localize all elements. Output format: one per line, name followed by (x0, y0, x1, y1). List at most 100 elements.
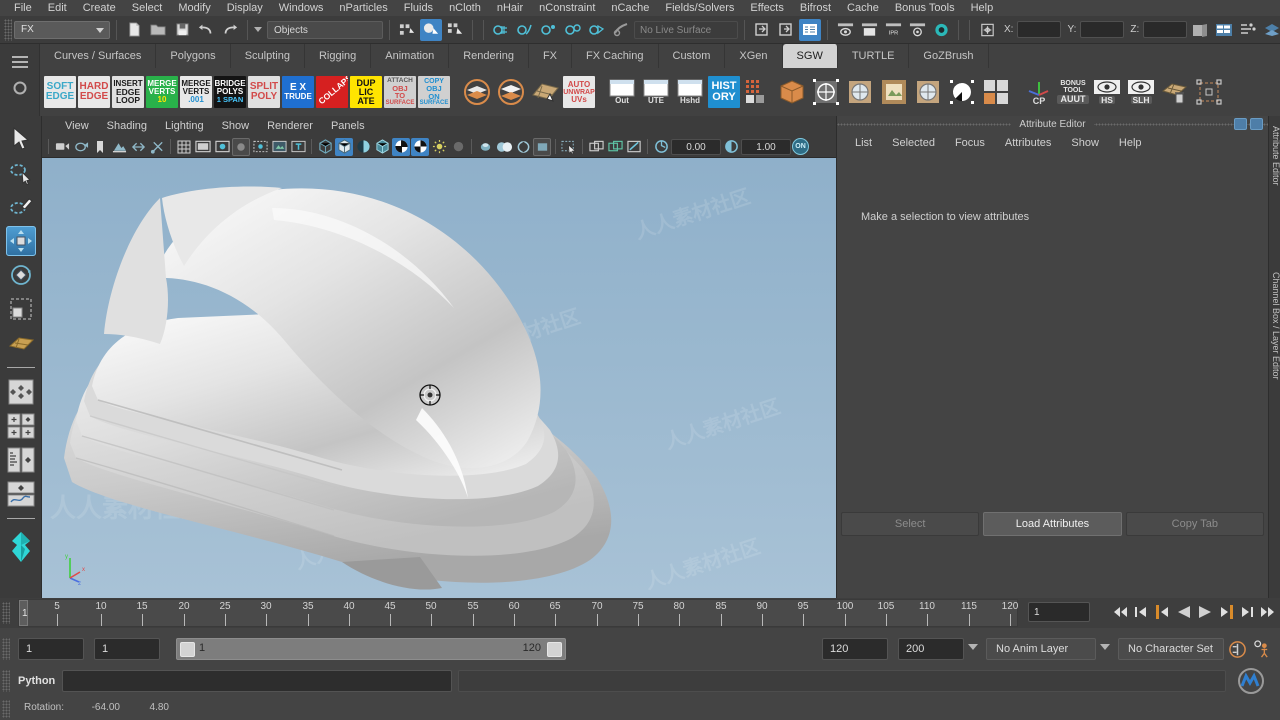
command-input-field[interactable] (62, 670, 452, 692)
live-surface-field[interactable]: No Live Surface (634, 20, 738, 39)
shelf-menu-icon[interactable] (12, 56, 28, 68)
menu-item-windows[interactable]: Windows (271, 0, 332, 16)
shelf-button-separate-mesh[interactable] (495, 76, 527, 108)
load-attributes-button[interactable]: Load Attributes (983, 512, 1122, 536)
shelf-button-ute-window[interactable]: UTE (640, 76, 672, 108)
shelf-tab-curves-surfaces[interactable]: Curves / Surfaces (40, 44, 157, 68)
vtab-attribute-editor[interactable]: Attribute Editor (1269, 122, 1280, 190)
shelf-button-delete-history[interactable]: HIST ORY (708, 76, 740, 108)
time-cursor[interactable]: 1 (19, 600, 28, 626)
auto-key-icon[interactable] (1228, 640, 1247, 664)
show-attribute-editor-icon[interactable] (1213, 19, 1235, 41)
shaded-wireframe-icon[interactable] (373, 138, 391, 156)
time-slider-drag-handle[interactable] (2, 602, 10, 624)
bookmark-icon[interactable] (91, 138, 109, 156)
menu-item-ncache[interactable]: nCache (603, 0, 657, 16)
anim-layer-dropdown[interactable]: No Anim Layer (986, 638, 1096, 660)
new-scene-icon[interactable] (123, 19, 145, 41)
shelf-button-attach-obj-to-surface[interactable]: ATTACH OBJ TO SURFACE (384, 76, 416, 108)
shelf-tab-polygons[interactable]: Polygons (156, 44, 231, 68)
safe-title-icon[interactable] (270, 138, 288, 156)
menu-item-cache[interactable]: Cache (839, 0, 887, 16)
xray-active-components-icon[interactable] (625, 138, 643, 156)
menu-item-bonus-tools[interactable]: Bonus Tools (887, 0, 963, 16)
rotate-tool-button[interactable] (6, 260, 36, 290)
menu-item-nparticles[interactable]: nParticles (331, 0, 395, 16)
coord-field-x[interactable] (1017, 21, 1062, 38)
safe-action-icon[interactable] (251, 138, 269, 156)
no-selection-mask-icon[interactable] (976, 19, 998, 41)
gamma-value-field[interactable]: 1.00 (741, 138, 791, 155)
ipr-render-icon[interactable]: IPR (882, 19, 904, 41)
command-language-label[interactable]: Python (18, 675, 55, 687)
gear-icon[interactable] (13, 81, 27, 95)
menu-item-create[interactable]: Create (75, 0, 124, 16)
snap-to-curve-icon[interactable] (514, 19, 536, 41)
gate-mask-icon[interactable] (148, 138, 166, 156)
shelf-tab-custom[interactable]: Custom (658, 44, 726, 68)
shelf-tab-sculpting[interactable]: Sculpting (230, 44, 305, 68)
film-gate-icon[interactable] (194, 138, 212, 156)
shelf-button-merge-verts-10[interactable]: MERGE VERTS 10 (146, 76, 178, 108)
text-overlay-icon[interactable] (289, 138, 307, 156)
selection-mode-field[interactable]: Objects (267, 20, 383, 39)
menu-item-help[interactable]: Help (963, 0, 1002, 16)
depth-of-field-icon[interactable] (514, 138, 532, 156)
viewport-menu-panels[interactable]: Panels (322, 116, 374, 136)
paint-select-tool-button[interactable] (6, 192, 36, 222)
shelf-button-outliner[interactable]: Out (606, 76, 638, 108)
render-settings-icon[interactable] (906, 19, 928, 41)
attribute-editor-toggle-icon[interactable] (799, 18, 821, 41)
play-forwards-icon[interactable] (1197, 605, 1213, 621)
range-slider[interactable]: 1 120 (176, 638, 566, 660)
last-tool-used-button[interactable] (6, 328, 36, 358)
shelf-button-delete-uv-set[interactable] (1159, 76, 1191, 108)
ae-menu-attributes[interactable]: Attributes (995, 132, 1061, 154)
shelf-tab-turtle[interactable]: TURTLE (837, 44, 910, 68)
shelf-button-bounding-box[interactable] (1193, 76, 1225, 108)
range-slider-right-handle[interactable] (547, 642, 562, 657)
image-plane-icon[interactable] (110, 138, 128, 156)
gamma-icon[interactable] (722, 138, 740, 156)
shelf-button-contrast-sphere[interactable] (946, 76, 978, 108)
use-default-light-icon[interactable] (411, 137, 429, 156)
scale-tool-button[interactable] (6, 294, 36, 324)
menu-item-modify[interactable]: Modify (170, 0, 218, 16)
smooth-shade-icon[interactable] (335, 137, 353, 156)
shelf-button-combine-mesh[interactable] (461, 76, 493, 108)
grid-toggle-icon[interactable] (175, 138, 193, 156)
select-button[interactable]: Select (841, 512, 980, 536)
coord-field-z[interactable] (1143, 21, 1188, 38)
shelf-button-quad-swatch[interactable] (980, 76, 1012, 108)
wireframe-icon[interactable] (316, 138, 334, 156)
exposure-value-field[interactable]: 0.00 (671, 138, 721, 155)
step-back-frame-icon[interactable] (1134, 605, 1150, 621)
help-line-drag-handle[interactable] (2, 700, 10, 718)
shelf-button-center-pivot[interactable]: CP (1023, 76, 1055, 108)
menu-item-ncloth[interactable]: nCloth (441, 0, 489, 16)
viewport-menu-lighting[interactable]: Lighting (156, 116, 213, 136)
time-slider-track[interactable]: 1 5 10 15 20 25 30 35 40 45 50 55 60 65 … (18, 599, 1018, 627)
menu-item-bifrost[interactable]: Bifrost (792, 0, 839, 16)
shelf-button-merge-verts-001[interactable]: MERGE VERTS .001 (180, 76, 212, 108)
show-hide-editors-icon[interactable] (751, 19, 773, 41)
shelf-button-copy-obj-on-surface[interactable]: COPY OBJ ON SURFACE (418, 76, 450, 108)
shadows-icon[interactable] (430, 138, 448, 156)
play-backwards-icon[interactable] (1176, 605, 1192, 621)
vtab-channel-box-layer-editor[interactable]: Channel Box / Layer Editor (1269, 268, 1280, 384)
layout-single-pane-button[interactable] (6, 377, 36, 407)
redo-icon[interactable] (219, 19, 241, 41)
shelf-button-transform-center-a[interactable] (810, 76, 842, 108)
snap-to-projected-center-icon[interactable] (562, 19, 584, 41)
playback-end-time-field[interactable]: 120 (822, 638, 888, 660)
snap-to-point-icon[interactable] (538, 19, 560, 41)
copy-tab-button[interactable]: Copy Tab (1125, 512, 1264, 536)
character-set-dropdown[interactable]: No Character Set (1118, 638, 1224, 660)
textured-icon[interactable] (392, 137, 410, 156)
show-tool-settings-icon[interactable] (1189, 19, 1211, 41)
xray-joints-icon[interactable] (606, 138, 624, 156)
shelf-button-split-poly[interactable]: SPLIT POLY (248, 76, 280, 108)
ae-menu-selected[interactable]: Selected (882, 132, 945, 154)
shelf-button-extrude[interactable]: E X TRUDE (282, 76, 314, 108)
shelf-button-grid-display[interactable] (742, 76, 774, 108)
